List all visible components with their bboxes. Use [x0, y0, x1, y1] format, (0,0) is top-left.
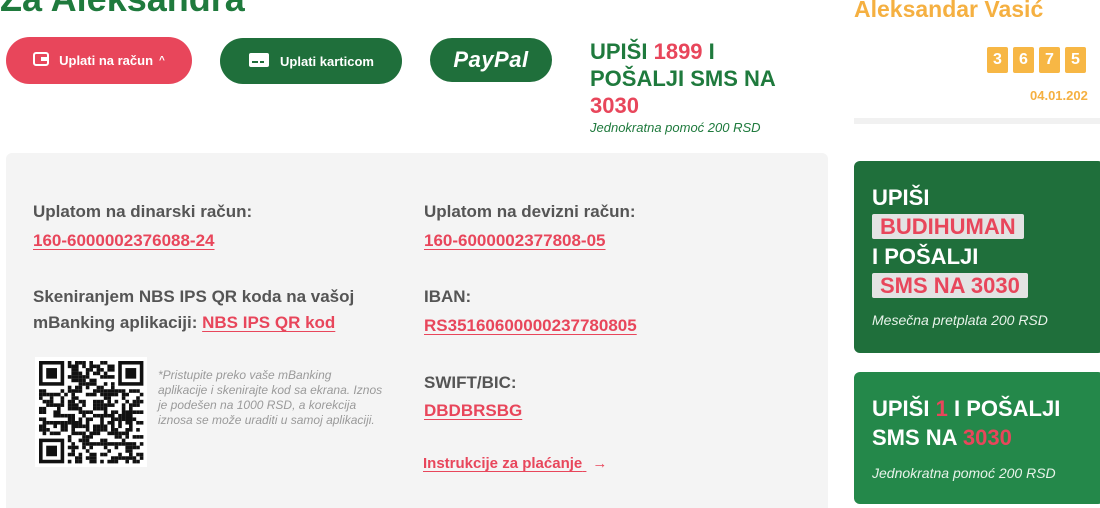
sms-promo-number: 1899 — [653, 39, 703, 64]
arrow-right-icon: → — [592, 455, 608, 472]
sms-promo: UPIŠI 1899 I POŠALJI SMS NA 3030 Jednokr… — [590, 38, 820, 135]
sms-promo-text: UPIŠI — [590, 39, 648, 64]
swift-label: SWIFT/BIC: — [424, 373, 517, 392]
card1-shortcode: SMS NA 3030 — [872, 271, 1028, 301]
card2-line1: UPIŠI 1 I POŠALJI — [872, 394, 1060, 424]
pay-by-card-button[interactable]: Uplati karticom — [220, 38, 402, 84]
foreign-account-link[interactable]: 160-6000002377808-05 — [424, 231, 606, 251]
sms-promo-shortcode: 3030 — [590, 93, 639, 118]
counter-digit: 3 — [987, 47, 1008, 73]
card2-text-end: I POŠALJI — [953, 396, 1061, 421]
payment-instructions-link[interactable]: Instrukcije za plaćanje → — [423, 455, 607, 472]
qr-label-line2: mBanking aplikaciji: NBS IPS QR kod — [33, 310, 335, 336]
counter-digit: 7 — [1039, 47, 1060, 73]
card1-keyword-pill: BUDIHUMAN — [872, 214, 1024, 239]
sms-promo-line2: POŠALJI SMS NA — [590, 66, 776, 91]
credit-card-icon — [248, 52, 270, 71]
card2-number: 1 — [935, 396, 948, 421]
card1-line1: UPIŠI — [872, 185, 930, 210]
card2-text2: SMS NA — [872, 425, 957, 450]
subscription-sms-card[interactable]: UPIŠI BUDIHUMAN I POŠALJI SMS NA 3030 Me… — [854, 161, 1100, 353]
swift-link[interactable]: DBDBRSBG — [424, 401, 522, 421]
divider — [854, 118, 1100, 124]
wallet-icon — [33, 52, 50, 69]
card1-line2: I POŠALJI — [872, 244, 979, 269]
pay-to-account-label: Uplati na račun — [59, 53, 154, 68]
card1-keyword: BUDIHUMAN — [872, 212, 1024, 242]
card2-note: Jednokratna pomoć 200 RSD — [872, 465, 1056, 481]
qr-label: Skeniranjem NBS IPS QR koda na vašoj — [33, 287, 355, 306]
sms-promo-subtitle: Jednokratna pomoć 200 RSD — [590, 120, 761, 135]
card2-shortcode: 3030 — [962, 425, 1012, 450]
chevron-up-icon: ^ — [159, 55, 165, 66]
qr-label-text: mBanking aplikaciji: — [33, 313, 198, 332]
card2-text: UPIŠI — [872, 396, 930, 421]
campaign-date: 04.01.202 — [1030, 88, 1088, 103]
qr-code-link[interactable]: NBS IPS QR kod — [202, 313, 335, 332]
card1-note: Mesečna pretplata 200 RSD — [872, 312, 1048, 328]
iban-link[interactable]: RS35160600000237780805 — [424, 316, 637, 336]
payment-instructions-label: Instrukcije za plaćanje — [423, 455, 583, 472]
paypal-button[interactable]: PayPal — [430, 38, 552, 82]
page-title: Za Aleksandra — [0, 0, 245, 20]
pay-to-account-button[interactable]: Uplati na račun ^ — [6, 37, 192, 84]
sms-promo-text-end: I — [708, 39, 715, 64]
qr-code-image — [35, 357, 147, 467]
onetime-sms-card[interactable]: UPIŠI 1 I POŠALJI SMS NA 3030 Jednokratn… — [854, 372, 1100, 504]
foreign-account-label: Uplatom na devizni račun: — [424, 202, 636, 221]
card2-line2: SMS NA 3030 — [872, 423, 1012, 453]
card1-shortcode-pill: SMS NA 3030 — [872, 273, 1028, 298]
iban-label: IBAN: — [424, 287, 472, 306]
donation-counter: 3 6 7 5 — [987, 47, 1086, 73]
beneficiary-name: Aleksandar Vasić — [854, 0, 1044, 22]
counter-digit: 5 — [1065, 47, 1086, 73]
dinar-account-label: Uplatom na dinarski račun: — [33, 202, 253, 221]
dinar-account-link[interactable]: 160-6000002376088-24 — [33, 231, 215, 251]
counter-digit: 6 — [1013, 47, 1034, 73]
qr-note: *Pristupite preko vaše mBanking aplikaci… — [158, 368, 383, 427]
pay-by-card-label: Uplati karticom — [280, 53, 374, 69]
